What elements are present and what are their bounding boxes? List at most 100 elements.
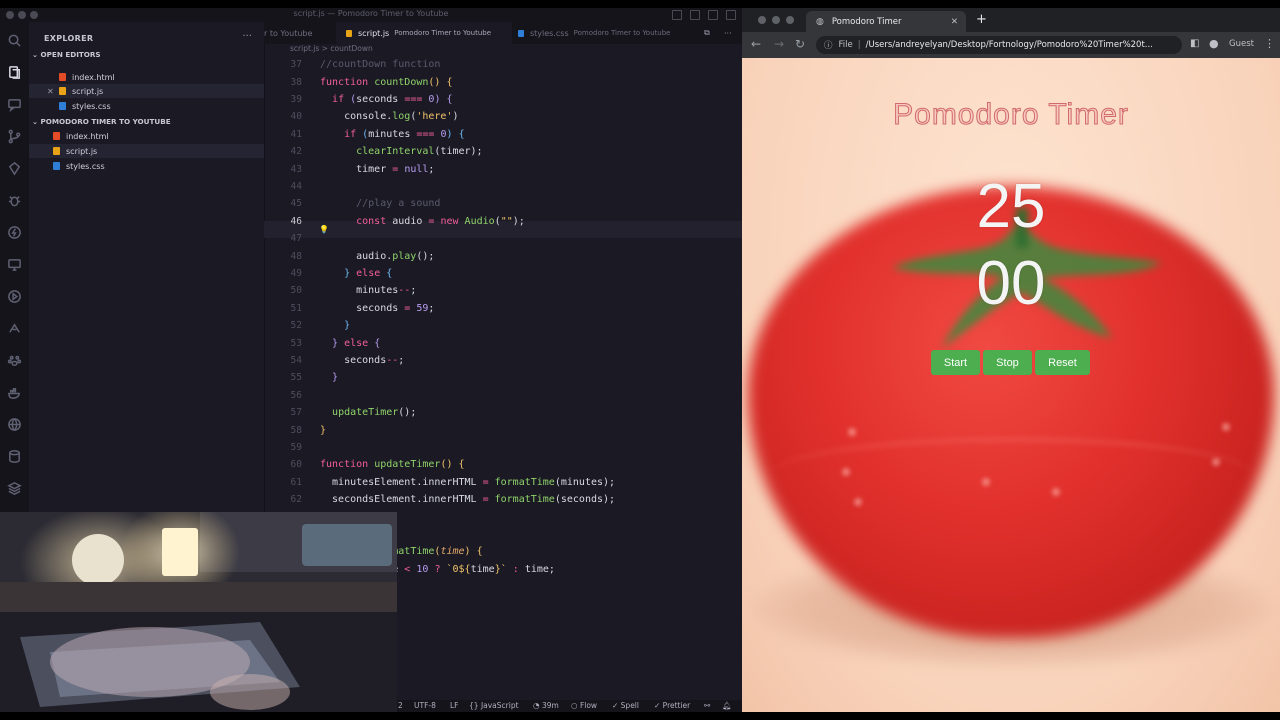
browser-tab[interactable]: ◍ Pomodoro Timer ✕ (806, 11, 966, 32)
js-file-icon (53, 147, 60, 155)
code-line: 61 minutesElement.innerHTML = formatTime… (290, 476, 616, 488)
explorer-icon[interactable] (6, 64, 22, 80)
code-line: 49 } else { (290, 267, 393, 279)
back-icon[interactable]: ← (751, 37, 761, 51)
prettier-status[interactable]: ✓ Prettier (654, 701, 690, 710)
open-editor-item[interactable]: ✕ script.js (29, 84, 264, 98)
file-tree-item[interactable]: script.js (29, 144, 264, 158)
editor-tab-active[interactable]: script.js Pomodoro Timer to Youtube (336, 22, 512, 44)
customize-layout-icon[interactable] (726, 10, 736, 20)
flow-status[interactable]: ○ Flow (571, 701, 597, 710)
js-file-icon (59, 87, 66, 95)
more-actions-icon[interactable]: ··· (242, 31, 252, 42)
code-line: 53 } else { (290, 337, 381, 349)
file-tree-item[interactable]: index.html (53, 129, 264, 143)
code-line: 59 (290, 441, 302, 453)
code-line: 54 seconds--; (290, 354, 405, 366)
forward-icon[interactable]: → (774, 37, 784, 51)
database-icon[interactable] (6, 448, 22, 464)
profile-label[interactable]: Guest (1229, 39, 1254, 49)
sidepanel-icon[interactable]: ◧ (1190, 38, 1199, 49)
split-editor-icon[interactable]: ⧉ (704, 22, 710, 44)
explorer-header: EXPLORER (44, 34, 94, 43)
code-line: 48 audio.play(); (290, 250, 435, 262)
braces-icon: {} (469, 701, 481, 710)
browser-window: ◍ Pomodoro Timer ✕ + ← → ↻ ⓘ File | /Use… (742, 8, 1280, 712)
globe-icon: ◍ (816, 16, 824, 27)
cursor-position[interactable]: 2 (398, 701, 403, 710)
separator: | (857, 40, 861, 50)
close-window-button[interactable] (758, 16, 766, 24)
timer-controls: Start Stop Reset (931, 350, 1090, 375)
timer-seconds: 00 (976, 249, 1046, 318)
bell-icon[interactable]: 🔔︎ (722, 701, 732, 710)
code-line: 40 console.log('here') (290, 111, 459, 123)
minimize-window-button[interactable] (772, 16, 780, 24)
code-line: 45 //play a sound (290, 198, 441, 210)
new-tab-button[interactable]: + (976, 12, 987, 27)
extensions-gem-icon[interactable] (6, 160, 22, 176)
clock-icon: ◔ (533, 701, 542, 710)
project-section[interactable]: ⌄ POMODORO TIMER TO YOUTUBE (32, 117, 171, 126)
editor-tab[interactable]: r to Youtube (264, 22, 334, 44)
toggle-secondary-sidebar-icon[interactable] (708, 10, 718, 20)
file-tree-item[interactable]: styles.css (53, 159, 264, 173)
toggle-panel-icon[interactable] (690, 10, 700, 20)
code-line: 47 (290, 233, 302, 245)
code-line: 52 } (290, 320, 351, 332)
globe-icon[interactable] (6, 416, 22, 432)
toggle-sidebar-icon[interactable] (672, 10, 682, 20)
reload-icon[interactable]: ↻ (795, 37, 805, 51)
css-file-icon (518, 29, 524, 37)
debug-icon[interactable] (6, 192, 22, 208)
browser-toolbar: ← → ↻ ⓘ File | /Users/andreyelyan/Deskto… (742, 32, 1280, 58)
menu-icon[interactable]: ⋮ (1264, 37, 1275, 50)
open-editor-item[interactable]: index.html (59, 70, 264, 84)
layout-controls (672, 10, 736, 20)
circle-icon: ○ (571, 701, 580, 710)
css-file-icon (59, 102, 66, 110)
remote-explorer-icon[interactable] (6, 256, 22, 272)
live-share-icon[interactable] (6, 320, 22, 336)
wakatime[interactable]: ◔ 39m (533, 701, 559, 710)
paw-icon[interactable] (6, 352, 22, 368)
source-control-icon[interactable] (6, 128, 22, 144)
editor-tab[interactable]: styles.css Pomodoro Timer to Youtube (518, 22, 698, 44)
open-editor-item[interactable]: styles.css (59, 99, 264, 113)
code-line: 41 if (minutes === 0) { (290, 128, 465, 140)
js-file-icon (346, 29, 352, 37)
vscode-titlebar: script.js — Pomodoro Timer to Youtube (0, 8, 742, 22)
encoding[interactable]: UTF-8 (414, 701, 436, 710)
search-icon[interactable] (6, 32, 22, 48)
html-file-icon (53, 132, 60, 140)
spell-status[interactable]: ✓ Spell (612, 701, 639, 710)
code-line: 50 minutes--; (290, 285, 417, 297)
code-line: 51 seconds = 59; (290, 302, 435, 314)
stop-button[interactable]: Stop (983, 350, 1032, 375)
profile-avatar-icon[interactable]: ● (1209, 37, 1219, 50)
code-line: 62 secondsElement.innerHTML = formatTime… (290, 494, 616, 506)
webcam-overlay (0, 512, 397, 712)
layers-icon[interactable] (6, 480, 22, 496)
lightning-icon[interactable] (6, 224, 22, 240)
code-line: 38 function countDown() { (290, 76, 453, 88)
check-icon: ✓ (612, 701, 621, 710)
start-button[interactable]: Start (931, 350, 980, 375)
browser-tabstrip: ◍ Pomodoro Timer ✕ + (742, 8, 1280, 32)
maximize-window-button[interactable] (786, 16, 794, 24)
html-file-icon (59, 73, 66, 81)
address-bar[interactable]: ⓘ File | /Users/andreyelyan/Desktop/Fort… (816, 36, 1182, 54)
accounts-icon[interactable]: ⚯ (704, 701, 710, 710)
more-actions-icon[interactable]: ··· (724, 22, 732, 44)
language-mode[interactable]: {} JavaScript (469, 701, 519, 710)
code-line: 56 (290, 389, 302, 401)
chevron-down-icon: ⌄ (32, 50, 41, 59)
line-ending[interactable]: LF (450, 701, 459, 710)
open-editors-section[interactable]: ⌄ OPEN EDITORS (32, 50, 101, 59)
run-icon[interactable] (6, 288, 22, 304)
close-icon[interactable]: ✕ (47, 87, 54, 96)
docker-icon[interactable] (6, 384, 22, 400)
close-icon[interactable]: ✕ (951, 17, 958, 27)
reset-button[interactable]: Reset (1035, 350, 1090, 375)
chat-icon[interactable] (6, 96, 22, 112)
